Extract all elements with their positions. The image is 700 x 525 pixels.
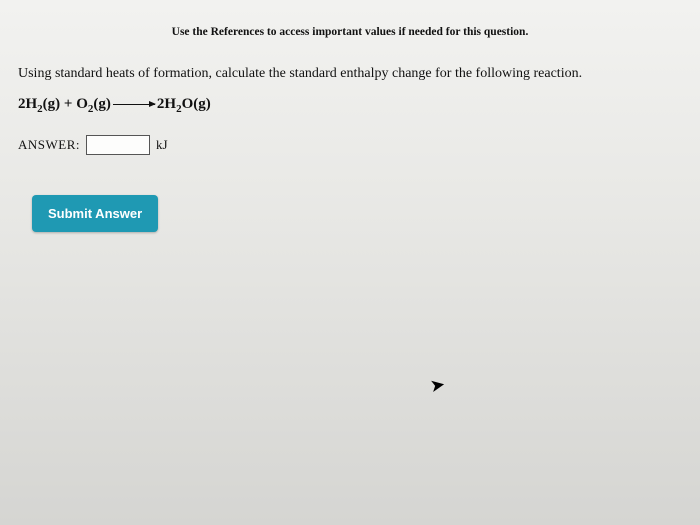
plus-sign: +	[60, 96, 76, 112]
reactant-2: O2(g)	[76, 96, 111, 112]
submit-answer-button[interactable]: Submit Answer	[32, 195, 158, 232]
answer-unit: kJ	[156, 137, 168, 153]
answer-row: ANSWER: kJ	[18, 135, 682, 155]
answer-label: ANSWER:	[18, 137, 80, 153]
answer-input[interactable]	[86, 135, 150, 155]
reference-hint: Use the References to access important v…	[18, 26, 682, 38]
question-panel: Use the References to access important v…	[0, 0, 700, 525]
chemical-equation: 2H2(g) + O2(g) 2H2O(g)	[18, 96, 682, 115]
cursor-icon: ➤	[428, 374, 447, 397]
product: 2H2O(g)	[157, 96, 211, 112]
content-area: Use the References to access important v…	[0, 0, 700, 525]
question-prompt: Using standard heats of formation, calcu…	[18, 66, 682, 82]
reaction-arrow-icon	[113, 104, 155, 105]
reactant-1: 2H2(g)	[18, 96, 60, 112]
